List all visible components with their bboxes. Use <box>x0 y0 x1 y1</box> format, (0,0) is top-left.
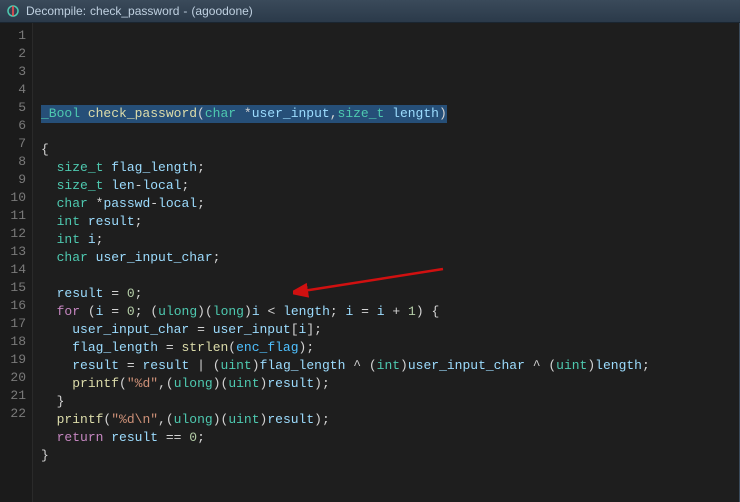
code-line[interactable] <box>41 465 739 483</box>
line-number: 9 <box>4 171 26 189</box>
code-line[interactable]: size_t flag_length; <box>41 159 739 177</box>
code-line[interactable]: char *passwd-local; <box>41 195 739 213</box>
line-number: 6 <box>4 117 26 135</box>
code-line[interactable]: } <box>41 447 739 465</box>
line-number: 5 <box>4 99 26 117</box>
line-number: 16 <box>4 297 26 315</box>
editor-area[interactable]: 1 2 3 4 5 6 7 8 9 10 11 12 13 14 15 16 1… <box>0 23 740 502</box>
code-line[interactable] <box>41 267 739 285</box>
code-line[interactable]: char user_input_char; <box>41 249 739 267</box>
window-title: Decompile: check_password - (agoodone) <box>26 4 253 18</box>
line-number: 14 <box>4 261 26 279</box>
code-line[interactable]: result = result | (uint)flag_length ^ (i… <box>41 357 739 375</box>
title-project: (agoodone) <box>191 4 252 18</box>
code-line[interactable] <box>41 87 739 105</box>
code-line[interactable]: int result; <box>41 213 739 231</box>
code-line[interactable]: printf("%d",(ulong)(uint)result); <box>41 375 739 393</box>
app-icon <box>6 4 20 18</box>
code-pane[interactable]: _Bool check_password(char *user_input,si… <box>33 23 739 502</box>
line-number: 7 <box>4 135 26 153</box>
line-number: 13 <box>4 243 26 261</box>
title-bar: Decompile: check_password - (agoodone) <box>0 0 740 23</box>
code-line[interactable]: _Bool check_password(char *user_input,si… <box>41 105 739 123</box>
line-number: 15 <box>4 279 26 297</box>
code-line[interactable]: result = 0; <box>41 285 739 303</box>
line-number: 4 <box>4 81 26 99</box>
line-number: 2 <box>4 45 26 63</box>
code-line[interactable]: user_input_char = user_input[i]; <box>41 321 739 339</box>
line-number: 12 <box>4 225 26 243</box>
line-number-gutter: 1 2 3 4 5 6 7 8 9 10 11 12 13 14 15 16 1… <box>0 23 33 502</box>
code-line[interactable]: size_t len-local; <box>41 177 739 195</box>
code-line[interactable]: printf("%d\n",(ulong)(uint)result); <box>41 411 739 429</box>
line-number: 20 <box>4 369 26 387</box>
code-line[interactable]: flag_length = strlen(enc_flag); <box>41 339 739 357</box>
line-number: 11 <box>4 207 26 225</box>
line-number: 3 <box>4 63 26 81</box>
line-number: 18 <box>4 333 26 351</box>
title-prefix: Decompile: <box>26 4 86 18</box>
line-number: 1 <box>4 27 26 45</box>
line-number: 21 <box>4 387 26 405</box>
line-number: 19 <box>4 351 26 369</box>
line-number: 17 <box>4 315 26 333</box>
code-line[interactable]: int i; <box>41 231 739 249</box>
code-line[interactable] <box>41 123 739 141</box>
line-number: 22 <box>4 405 26 423</box>
code-line[interactable]: { <box>41 141 739 159</box>
code-line[interactable]: return result == 0; <box>41 429 739 447</box>
title-func: check_password <box>90 4 179 18</box>
line-number: 8 <box>4 153 26 171</box>
code-line[interactable]: } <box>41 393 739 411</box>
line-number: 10 <box>4 189 26 207</box>
title-dash: - <box>183 4 187 18</box>
code-line[interactable]: for (i = 0; (ulong)(long)i < length; i =… <box>41 303 739 321</box>
